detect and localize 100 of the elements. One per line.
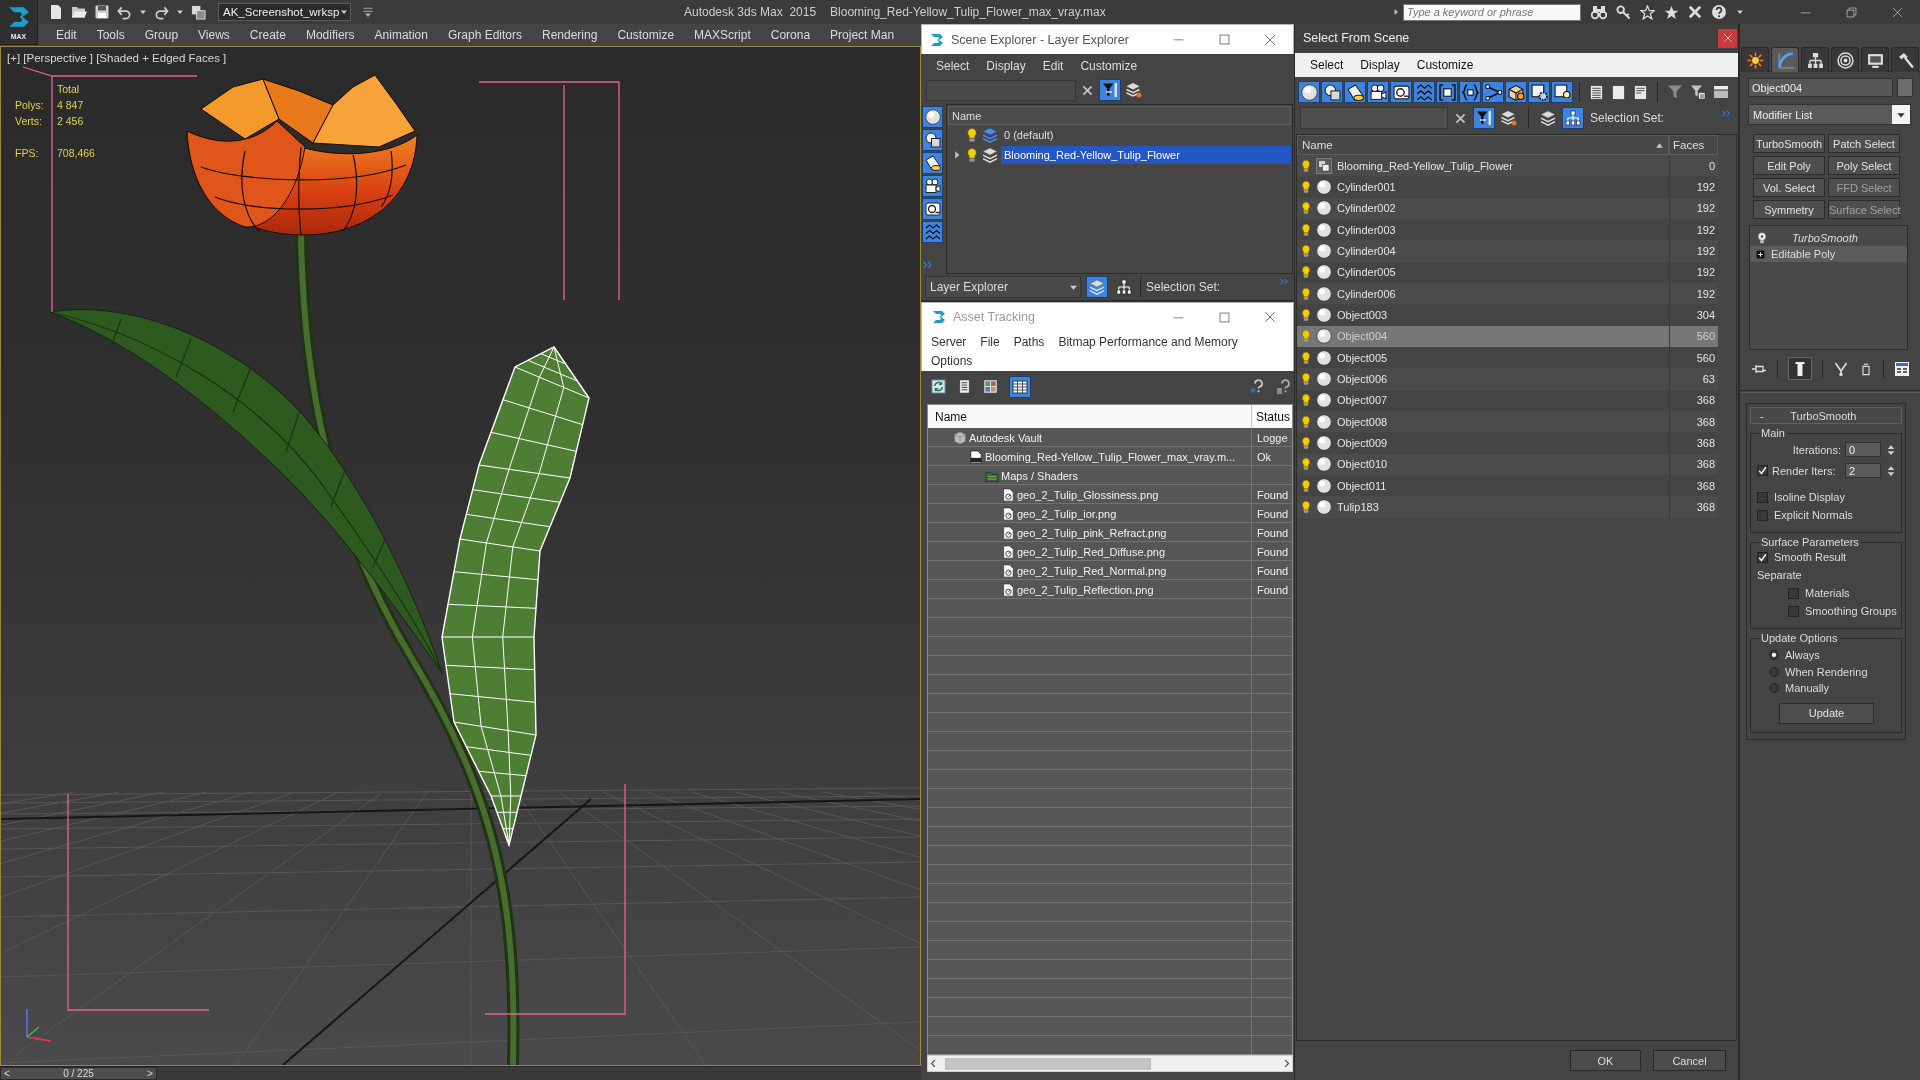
menu-item[interactable]: Views [198, 28, 230, 42]
modifier-button[interactable]: Symmetry [1753, 200, 1825, 219]
text-lines-icon[interactable] [1589, 84, 1604, 100]
show-end-result-toggle[interactable] [1788, 357, 1812, 380]
hierarchy-toggle[interactable] [1113, 276, 1135, 298]
checkbox[interactable] [1757, 491, 1768, 503]
plus-box-icon[interactable] [1756, 249, 1765, 259]
funnel-icon[interactable] [1667, 84, 1683, 100]
menu-item[interactable]: Select [936, 59, 970, 73]
time-slider-track[interactable]: < 0 / 225 > [0, 1066, 921, 1080]
type-filter-button[interactable] [1367, 81, 1389, 103]
layers-badge-icon[interactable] [1501, 110, 1517, 126]
spinner-field[interactable]: 0 [1845, 442, 1881, 457]
column-header[interactable]: Name [1297, 135, 1669, 155]
next-frame-button[interactable]: > [144, 1068, 156, 1079]
spinner-arrows-icon[interactable] [1885, 443, 1897, 456]
caret-icon[interactable] [1736, 8, 1744, 16]
object-row[interactable]: Cylinder006 192 [1297, 282, 1718, 305]
object-name-field[interactable]: Object004 [1748, 78, 1893, 97]
type-filter-button[interactable] [1390, 81, 1412, 103]
radio-button[interactable] [1769, 650, 1779, 661]
refresh-icon[interactable] [931, 379, 946, 394]
panel-tab[interactable] [1861, 47, 1889, 72]
checkbox[interactable] [1757, 465, 1768, 476]
light-bulb-icon[interactable] [1300, 436, 1312, 449]
thumbnail-view-icon[interactable] [983, 379, 998, 394]
light-bulb-icon[interactable] [1300, 372, 1312, 385]
layer-name[interactable]: 0 (default) [1001, 126, 1291, 144]
clear-icon[interactable] [1081, 83, 1094, 97]
menu-item[interactable]: Graph Editors [447, 28, 522, 42]
asset-name[interactable]: Blooming_Red-Yellow_Tulip_Flower_max_vray.m... [985, 450, 1236, 463]
panel-tab[interactable] [1801, 47, 1829, 72]
type-filter-button[interactable] [1459, 81, 1481, 103]
menu-item[interactable]: MAXScript [694, 28, 751, 42]
help-icon[interactable] [1276, 378, 1292, 395]
type-filter-button[interactable] [1551, 81, 1573, 103]
modifier-button[interactable]: Vol. Select [1753, 178, 1825, 197]
search-field[interactable] [1300, 107, 1448, 129]
wrench-icon[interactable] [1616, 4, 1631, 20]
checkbox[interactable] [1757, 509, 1768, 521]
object-row[interactable]: Object006 63 [1297, 368, 1718, 390]
menu-icon[interactable] [362, 6, 374, 18]
asset-name[interactable]: geo_2_Tulip_pink_Refract.png [1017, 526, 1167, 539]
asset-name[interactable]: Autodesk Vault [969, 431, 1043, 444]
menu-item[interactable]: Customize [1416, 58, 1474, 72]
menu-item[interactable]: Edit [1042, 59, 1064, 73]
type-filter-button[interactable] [922, 175, 943, 197]
menu-item[interactable]: Edit [56, 28, 77, 42]
help-icon[interactable] [1249, 378, 1265, 395]
layer-name[interactable]: Blooming_Red-Yellow_Tulip_Flower [1001, 146, 1291, 164]
asset-name[interactable]: Maps / Shaders [1001, 469, 1079, 482]
light-bulb-icon[interactable] [1300, 500, 1312, 513]
checkbox[interactable] [1788, 605, 1799, 617]
object-row[interactable]: Object010 368 [1297, 453, 1718, 475]
time-slider-thumb[interactable]: < 0 / 225 > [0, 1067, 157, 1080]
stack-item[interactable]: Editable Poly [1750, 246, 1907, 262]
menu-item[interactable]: Customize [617, 28, 675, 42]
layers-badge-icon[interactable] [1126, 82, 1142, 98]
panel-tab[interactable] [1891, 47, 1919, 72]
menu-item[interactable]: Create [249, 28, 286, 42]
type-filter-button[interactable] [1321, 81, 1343, 103]
type-filter-button[interactable] [1528, 81, 1550, 103]
search-field[interactable]: Type a keyword or phrase [1403, 3, 1581, 21]
view-mode-button[interactable] [1009, 375, 1031, 398]
workspace-dropdown[interactable]: AK_Screenshot_wrksp [218, 3, 351, 21]
x-icon[interactable] [1688, 5, 1702, 19]
redo-icon[interactable] [154, 4, 169, 20]
checkbox[interactable] [1788, 587, 1799, 599]
menu-item[interactable]: File [980, 334, 1000, 349]
viewport-label[interactable]: [+] [Perspective ] [Shaded + Edged Faces ] [7, 52, 227, 64]
modifier-button[interactable]: Patch Select [1828, 134, 1900, 153]
folder-icon[interactable] [71, 4, 87, 20]
expand-triangle-icon[interactable] [952, 150, 962, 160]
light-bulb-icon[interactable] [1300, 351, 1312, 364]
menu-item[interactable]: Display [1360, 58, 1400, 72]
light-bulb-icon[interactable] [965, 128, 979, 142]
funnel-list-icon[interactable] [1690, 84, 1706, 100]
menu-item[interactable]: Options [931, 353, 973, 368]
menu-item[interactable]: Project Man [830, 28, 895, 42]
hierarchy-toggle[interactable] [1562, 107, 1584, 129]
menu-item[interactable]: Customize [1080, 59, 1138, 73]
light-bulb-icon[interactable] [1300, 266, 1312, 279]
page-icon[interactable] [1611, 84, 1626, 100]
checkbox[interactable] [1757, 551, 1768, 563]
light-bulb-icon[interactable] [1300, 394, 1312, 407]
menu-item[interactable]: Display [986, 59, 1026, 73]
asset-name[interactable]: geo_2_Tulip_Reflection.png [1017, 583, 1154, 596]
light-bulb-icon[interactable] [1300, 244, 1312, 257]
explorer-dropdown[interactable]: Layer Explorer [925, 276, 1081, 298]
expand-triangle-icon[interactable] [1392, 8, 1400, 16]
panel-icon[interactable] [1713, 84, 1729, 100]
type-filter-button[interactable] [922, 129, 943, 151]
light-bulb-icon[interactable] [1300, 287, 1312, 300]
light-bulb-icon[interactable] [1300, 415, 1312, 428]
column-header[interactable]: Name [948, 106, 1291, 125]
menu-item[interactable]: Paths [1013, 334, 1045, 349]
type-filter-button[interactable] [1436, 81, 1458, 103]
spinner-arrows-icon[interactable] [1885, 464, 1897, 477]
layer-view-toggle[interactable] [1086, 276, 1108, 298]
radio-button[interactable] [1769, 683, 1779, 694]
